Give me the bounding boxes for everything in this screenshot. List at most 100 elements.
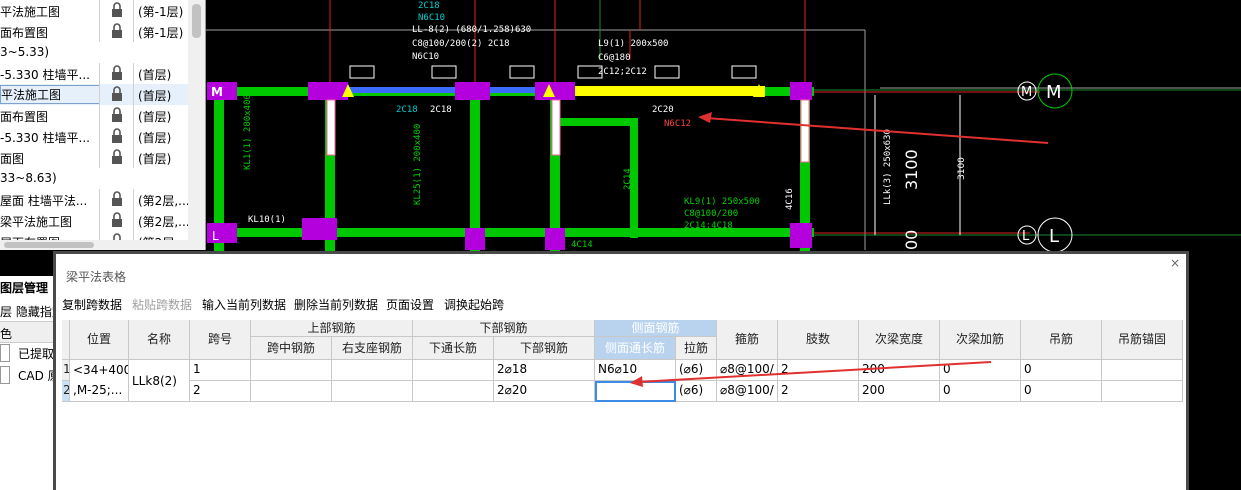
header-hanger-anchor[interactable]: 吊筋锚固: [1102, 320, 1183, 360]
axis-label-l: L: [1049, 226, 1059, 247]
cad-label-kl10: KL10(1): [248, 215, 286, 225]
header-hanger[interactable]: 吊筋: [1021, 320, 1102, 360]
cad-label-l9c: 2C12;2C12: [598, 67, 647, 77]
drawing-name: 面图: [0, 152, 25, 166]
axis-label-m: M: [1046, 82, 1062, 103]
drawing-group-header[interactable]: 33~8.63): [0, 171, 57, 185]
input-column-data-button[interactable]: 输入当前列数据: [202, 296, 286, 313]
drawing-list-item[interactable]: 平法施工图 (首层): [0, 84, 188, 105]
position-line2: ,M-25;...: [73, 383, 123, 397]
cad-label-l9b: C6@180: [598, 53, 631, 63]
cell-hanger-anchor[interactable]: [1102, 360, 1183, 381]
drawing-name: 梁平法施工图: [0, 215, 73, 229]
cell-bottom-bars[interactable]: 2⌀20: [494, 381, 595, 402]
lock-icon[interactable]: [110, 149, 124, 165]
cell-top-right[interactable]: [332, 381, 413, 402]
cell-hanger-anchor[interactable]: [1102, 381, 1183, 402]
cad-label-beam-top3: N6C10: [412, 52, 439, 62]
drawing-floor: (第2层,...: [138, 215, 190, 229]
header-bottom-through[interactable]: 下通长筋: [413, 337, 494, 360]
drawing-list-item[interactable]: 平法施工图 (第-1层): [0, 0, 188, 21]
lock-icon[interactable]: [110, 86, 124, 102]
layer-toolbar[interactable]: 层 隐藏指定: [0, 303, 56, 320]
cell-bottom-through[interactable]: [413, 381, 494, 402]
lock-icon[interactable]: [110, 128, 124, 144]
layer-row-extracted[interactable]: 已提取: [0, 342, 56, 362]
drawing-list-item[interactable]: 面图 (首层): [0, 147, 188, 168]
cell-hanger[interactable]: 0: [1021, 360, 1102, 381]
drawing-list-item[interactable]: -5.330 柱墙平... (首层): [0, 63, 188, 84]
cell-top-right[interactable]: [332, 360, 413, 381]
drawing-name: -5.330 柱墙平...: [0, 131, 90, 145]
cell-bottom-through[interactable]: [413, 360, 494, 381]
drawing-floor: (首层): [138, 152, 172, 166]
lock-icon[interactable]: [110, 212, 124, 228]
cell-top-mid[interactable]: [251, 381, 332, 402]
column-divider: [99, 126, 100, 147]
header-top-rebar[interactable]: 上部钢筋: [251, 320, 413, 337]
cell-name[interactable]: LLk8(2): [129, 360, 190, 402]
cell-bottom-bars[interactable]: 2⌀18: [494, 360, 595, 381]
scrollbar-thumb[interactable]: [192, 4, 201, 38]
lock-icon[interactable]: [110, 191, 124, 207]
layer-color-header: 色: [0, 327, 13, 341]
layer-name: CAD 原: [18, 369, 56, 383]
cad-label-kl25: KL25(1) 200x400: [413, 124, 423, 205]
cad-label-llk: LLk(3) 250x630: [883, 129, 893, 205]
cell-span[interactable]: 2: [190, 381, 251, 402]
cell-top-mid[interactable]: [251, 360, 332, 381]
header-top-mid[interactable]: 跨中钢筋: [251, 337, 332, 360]
lock-icon[interactable]: [110, 65, 124, 81]
layer-visibility-checkbox[interactable]: [0, 344, 10, 362]
yellow-beam: [555, 86, 765, 96]
lock-icon[interactable]: [110, 23, 124, 39]
cad-label-4c16: 4C16: [785, 188, 795, 210]
row-number[interactable]: 2: [62, 381, 70, 402]
paste-span-data-button[interactable]: 粘贴跨数据: [132, 296, 192, 313]
cad-label-kl1: KL1(1) 200x400: [243, 94, 253, 170]
drawing-list-item[interactable]: 面布置图 (第-1层): [0, 21, 188, 42]
delete-column-data-button[interactable]: 删除当前列数据: [294, 296, 378, 313]
cad-vertical-labels: KL1(1) 200x400 KL25(1) 200x400 2C14 4C16…: [243, 94, 893, 210]
cad-label-beam-top2: C8@100/200(2) 2C18: [412, 39, 510, 49]
header-bottom-rebar[interactable]: 下部钢筋: [413, 320, 595, 337]
header-side-rebar[interactable]: 侧面钢筋: [595, 320, 717, 337]
cad-label-n6c12: N6C12: [664, 119, 691, 129]
swap-start-span-button[interactable]: 调换起始跨: [444, 296, 504, 313]
page-setup-button[interactable]: 页面设置: [386, 296, 434, 313]
drawing-list-item[interactable]: -5.330 柱墙平... (首层): [0, 126, 188, 147]
column-divider: [99, 63, 100, 84]
dialog-title: 梁平法表格: [66, 270, 127, 284]
cell-span[interactable]: 1: [190, 360, 251, 381]
drawing-name: 平法施工图: [0, 5, 61, 19]
lock-icon[interactable]: [110, 2, 124, 18]
column-divider: [99, 0, 100, 21]
drawing-list-item[interactable]: 屋面 柱墙平法... (第2层,...: [0, 189, 190, 210]
column-divider: [133, 189, 134, 210]
layer-row-cad-original[interactable]: CAD 原: [0, 364, 56, 384]
drawing-group-header[interactable]: 3~5.33): [0, 45, 49, 59]
header-position[interactable]: 位置: [70, 320, 129, 360]
drawing-list-hscrollbar[interactable]: [0, 240, 188, 250]
drawing-list-item[interactable]: 梁平法施工图 (第2层,...: [0, 210, 190, 231]
drawing-name: -5.330 柱墙平...: [0, 68, 90, 82]
position-line1: <34+400: [73, 363, 129, 377]
layer-visibility-checkbox[interactable]: [0, 366, 10, 384]
hscrollbar-thumb[interactable]: [4, 242, 94, 248]
copy-span-data-button[interactable]: 复制跨数据: [62, 296, 122, 313]
header-top-right[interactable]: 右支座钢筋: [332, 337, 413, 360]
row-number[interactable]: 1: [62, 360, 70, 381]
close-icon[interactable]: ×: [1170, 256, 1180, 270]
column-divider: [133, 84, 134, 105]
drawing-name: 屋面 柱墙平法...: [0, 194, 88, 208]
header-bottom-bars[interactable]: 下部钢筋: [494, 337, 595, 360]
drawing-list-item[interactable]: 面布置图 (首层): [0, 105, 188, 126]
drawing-list-scrollbar[interactable]: [188, 0, 205, 250]
header-name[interactable]: 名称: [129, 320, 190, 360]
header-span[interactable]: 跨号: [190, 320, 251, 360]
cell-position[interactable]: <34+400 ,M-25;...: [70, 360, 129, 402]
beam-tag-boxes: [349, 65, 757, 79]
drawing-floor: (首层): [138, 89, 172, 103]
cell-hanger[interactable]: 0: [1021, 381, 1102, 402]
lock-icon[interactable]: [110, 107, 124, 123]
